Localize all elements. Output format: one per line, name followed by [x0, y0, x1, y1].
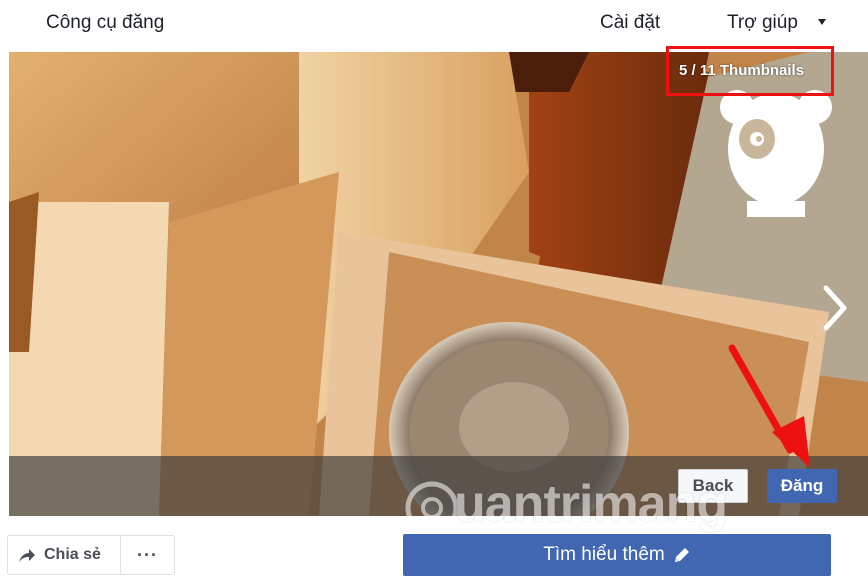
top-navigation: Công cụ đăng Cài đặt Trợ giúp [0, 0, 868, 52]
settings-link[interactable]: Cài đặt [600, 12, 660, 34]
share-controls: Chia sẻ ··· [7, 535, 175, 575]
watermark-text: uantrimang [454, 475, 728, 533]
share-arrow-icon [19, 549, 35, 562]
more-options-button[interactable]: ··· [121, 536, 174, 574]
thumbnail-counter-highlight: 5 / 11 Thumbnails [666, 46, 834, 96]
panda-logo-icon [720, 90, 832, 217]
share-button[interactable]: Chia sẻ [8, 536, 120, 574]
learn-more-button[interactable]: Tìm hiểu thêm [403, 534, 831, 576]
watermark-logo-icon [405, 481, 459, 535]
help-link[interactable]: Trợ giúp [727, 12, 798, 34]
thumbnail-counter: 5 / 11 Thumbnails [679, 62, 805, 79]
chevron-right-icon[interactable] [818, 282, 850, 334]
learn-more-label: Tìm hiểu thêm [543, 544, 665, 565]
share-label: Chia sẻ [44, 546, 101, 563]
pencil-icon [674, 548, 689, 562]
caret-down-icon[interactable] [818, 19, 826, 25]
publishing-tools-link[interactable]: Công cụ đăng [46, 12, 164, 34]
annotation-arrow-icon [728, 344, 810, 468]
